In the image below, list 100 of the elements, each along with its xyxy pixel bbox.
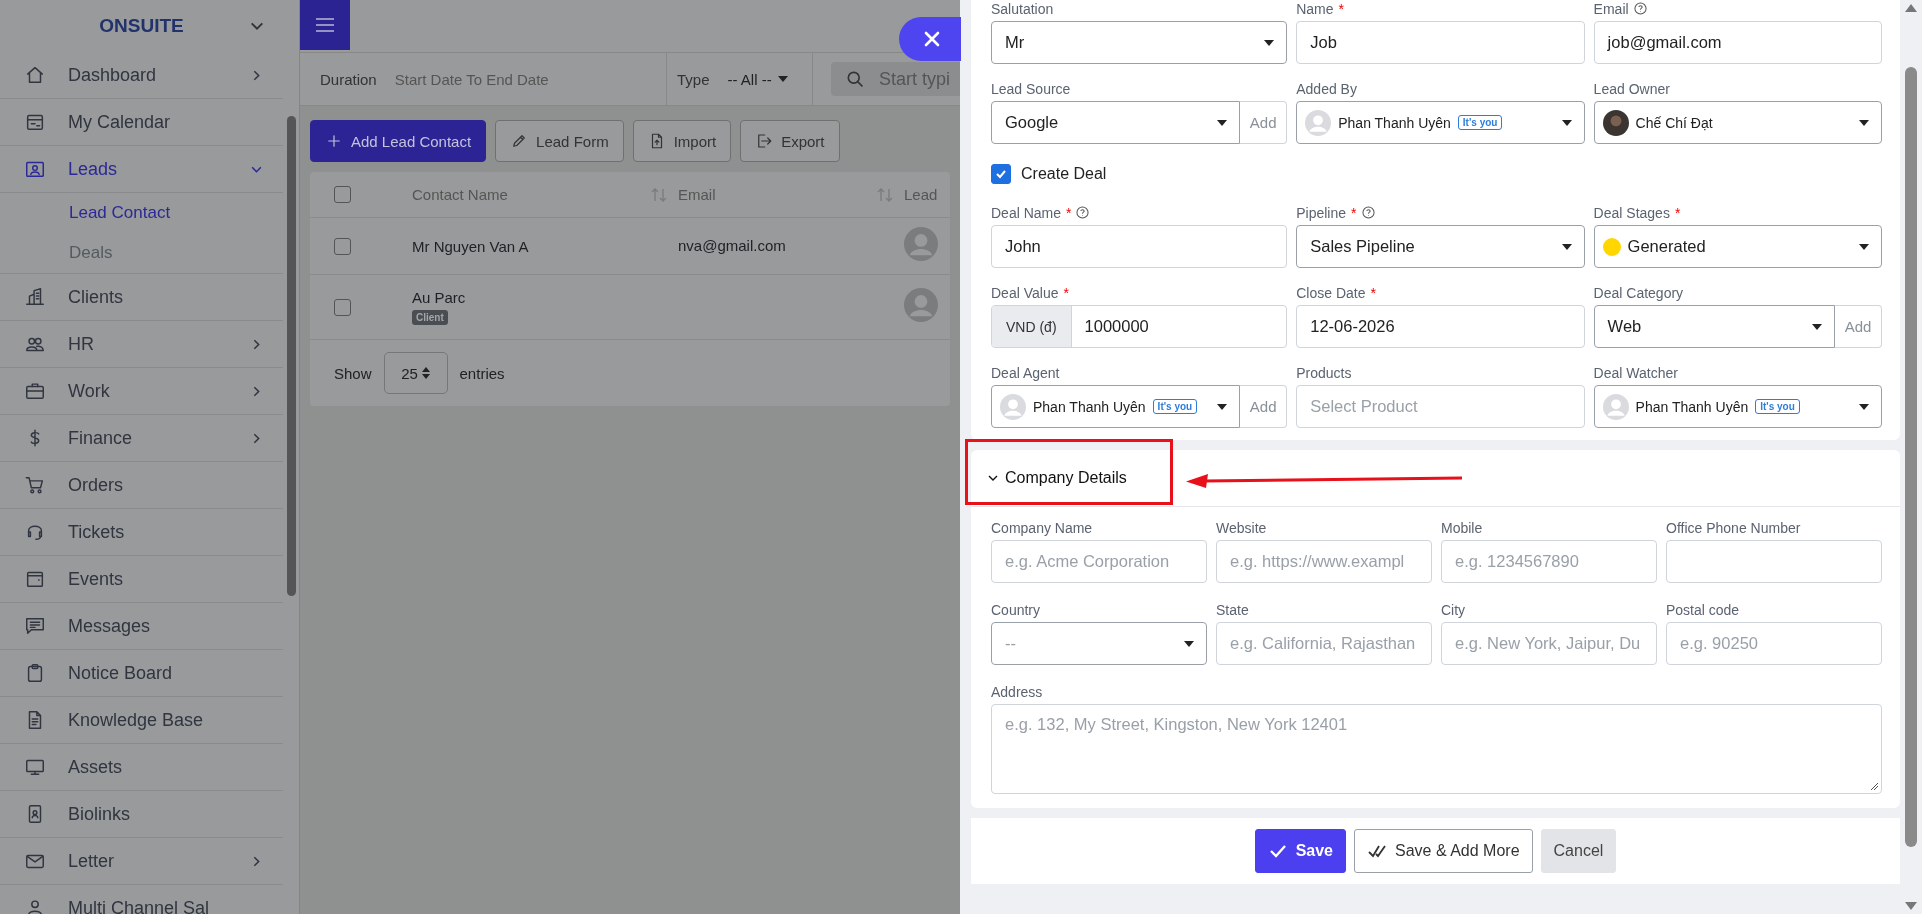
sidebar-item[interactable]: Events — [0, 556, 283, 603]
self-tag: It's you — [1457, 115, 1503, 130]
help-icon[interactable] — [1361, 206, 1375, 219]
section-toggle[interactable]: Company Details — [987, 469, 1127, 487]
select-field[interactable]: Web — [1593, 305, 1835, 348]
input-field[interactable]: 12-06-2026 — [1296, 305, 1585, 348]
form-button[interactable]: Save — [1254, 829, 1346, 873]
sidebar-item[interactable]: Notice Board — [0, 650, 283, 697]
pagination-label: entries — [459, 364, 505, 382]
form-button[interactable]: Cancel — [1540, 829, 1617, 873]
input-field[interactable]: e.g. https://www.exampl — [1216, 540, 1432, 583]
scroll-up-icon[interactable] — [1905, 4, 1917, 12]
table-cell: Mr Nguyen Van A — [412, 237, 529, 255]
currency-prefix: VND (đ) — [992, 306, 1072, 347]
input-field[interactable]: job@gmail.com — [1593, 21, 1882, 64]
required-mark: * — [1370, 284, 1376, 301]
cart-icon — [24, 474, 46, 496]
caret-icon — [1217, 119, 1228, 126]
column-header[interactable]: Contact Name — [412, 186, 508, 203]
page-size-select[interactable]: 25 — [383, 352, 448, 394]
close-button[interactable] — [899, 17, 961, 61]
search-field[interactable]: Start typi — [831, 62, 960, 96]
sidebar-item[interactable]: Leads — [0, 146, 283, 193]
action-button[interactable]: Add Lead Contact — [310, 120, 487, 162]
column-header[interactable]: Email — [678, 186, 716, 203]
sidebar-item[interactable]: Tickets — [0, 509, 283, 556]
select-field[interactable]: Generated — [1593, 225, 1882, 268]
action-button[interactable]: Import — [632, 120, 732, 162]
sidebar-item[interactable]: Messages — [0, 603, 283, 650]
input-field[interactable]: e.g. 90250 — [1666, 622, 1882, 665]
add-button[interactable]: Add — [1240, 101, 1288, 144]
field-label: City — [1441, 601, 1466, 618]
input-field[interactable]: John — [991, 225, 1288, 268]
sidebar-item[interactable]: My Calendar — [0, 99, 283, 146]
filter-label: Type — [677, 70, 710, 88]
submenu-item[interactable]: Deals — [0, 233, 283, 273]
help-icon[interactable] — [1633, 2, 1647, 15]
column-header[interactable]: Lead — [904, 186, 938, 203]
input-field[interactable]: Job — [1296, 21, 1585, 64]
table-cell: nva@gmail.com — [678, 237, 786, 254]
field-label: Added By — [1296, 80, 1357, 97]
sidebar-item[interactable]: Biolinks — [0, 791, 283, 838]
select-field[interactable]: Google — [991, 101, 1241, 144]
checkbox-label: Create Deal — [1021, 165, 1107, 183]
menu-button[interactable] — [300, 0, 350, 50]
field-label: Salutation — [991, 0, 1054, 17]
caret-icon — [1184, 640, 1194, 647]
add-button[interactable]: Add — [1240, 385, 1288, 428]
field-label: Name — [1296, 0, 1334, 17]
select-field[interactable]: Chế Chí Đạt — [1593, 101, 1882, 144]
scrollbar-thumb[interactable] — [1905, 67, 1917, 847]
field-label: Close Date — [1296, 284, 1366, 301]
sidebar-item[interactable]: Letter — [0, 838, 283, 885]
chat-icon — [24, 615, 46, 637]
field-label: Company Name — [991, 519, 1093, 536]
resize-handle[interactable] — [1870, 782, 1878, 790]
select-field[interactable]: Phan Thanh Uyên It's you — [1593, 385, 1882, 428]
sidebar-item[interactable]: Multi Channel Sal — [0, 885, 283, 914]
sidebar-item[interactable]: Dashboard — [0, 52, 283, 99]
select-field[interactable]: Mr — [991, 21, 1288, 64]
sidebar-item[interactable]: Orders — [0, 462, 283, 509]
select-field[interactable]: Phan Thanh Uyên It's you — [1296, 101, 1585, 144]
text-area[interactable]: e.g. 132, My Street, Kingston, New York 12401 — [991, 704, 1882, 794]
action-button[interactable]: Export — [740, 120, 840, 162]
date-range-field[interactable]: Start Date To End Date — [394, 70, 549, 88]
select-field[interactable]: Sales Pipeline — [1296, 225, 1585, 268]
input-field[interactable]: e.g. Acme Corporation — [991, 540, 1207, 583]
action-button[interactable]: Lead Form — [495, 120, 624, 162]
select-all-checkbox[interactable] — [334, 186, 351, 203]
sidebar-item[interactable]: Finance — [0, 415, 283, 462]
scroll-down-icon[interactable] — [1905, 902, 1917, 910]
field-label: Pipeline — [1296, 204, 1347, 221]
type-dropdown[interactable]: -- All -- — [727, 70, 788, 88]
input-field[interactable] — [1666, 540, 1882, 583]
row-checkbox[interactable] — [334, 298, 351, 316]
input-field[interactable]: Select Product — [1296, 385, 1585, 428]
field-label: Lead Source — [991, 80, 1071, 97]
input-field[interactable]: VND (đ) 1000000 — [991, 305, 1288, 348]
scrollbar-thumb[interactable] — [286, 116, 296, 596]
input-field[interactable]: e.g. California, Rajasthan — [1216, 622, 1432, 665]
caret-icon — [1859, 403, 1869, 410]
submenu-item[interactable]: Lead Contact — [0, 193, 283, 233]
input-field[interactable]: e.g. New York, Jaipur, Du — [1441, 622, 1657, 665]
avatar-icon — [904, 227, 938, 261]
help-icon[interactable] — [1076, 206, 1090, 219]
sidebar-item[interactable]: Clients — [0, 274, 283, 321]
field-label: Country — [991, 601, 1041, 618]
sidebar-item[interactable]: Knowledge Base — [0, 697, 283, 744]
required-mark: * — [1063, 284, 1069, 301]
sidebar-item[interactable]: Work — [0, 368, 283, 415]
sidebar-item[interactable]: HR — [0, 321, 283, 368]
input-field[interactable]: e.g. 1234567890 — [1441, 540, 1657, 583]
add-button[interactable]: Add — [1835, 305, 1882, 348]
sidebar-item[interactable]: Assets — [0, 744, 283, 791]
select-field[interactable]: -- — [991, 622, 1207, 665]
select-field[interactable]: Phan Thanh Uyên It's you — [991, 385, 1241, 428]
form-button[interactable]: Save & Add More — [1354, 829, 1533, 873]
checkbox[interactable] — [991, 164, 1011, 184]
row-checkbox[interactable] — [334, 237, 351, 255]
avatar-icon — [904, 288, 938, 322]
